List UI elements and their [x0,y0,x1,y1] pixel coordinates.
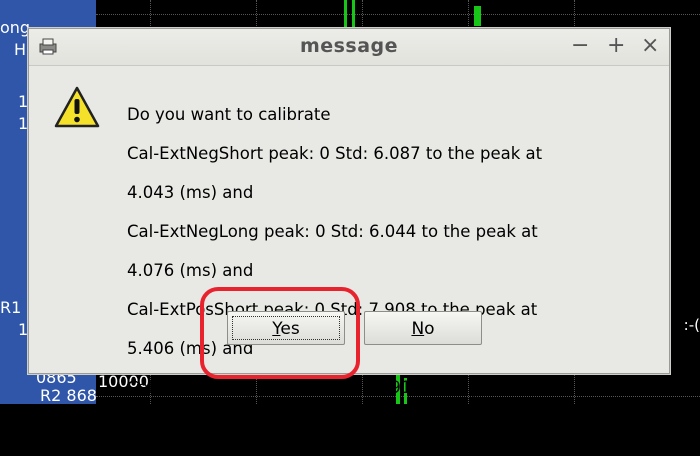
signal-trace [344,0,347,28]
maximize-button[interactable]: + [607,33,625,58]
message-line: Cal-ExtPosLong peak: 0 Std: 7.891 to the… [127,377,533,397]
signal-trace [474,6,481,26]
minimize-button[interactable]: − [571,33,589,58]
message-line: Cal-ExtNegLong peak: 0 Std: 6.044 to the… [127,221,538,241]
background-readout: :-( [683,316,700,334]
no-button-mnemonic: N [411,319,425,339]
message-line: Cal-ExtNegShort peak: 0 Std: 6.087 to th… [127,143,543,163]
grid-line [96,14,700,15]
message-line: Do you want to calibrate [127,104,331,124]
title-bar[interactable]: message − + × [29,29,669,66]
side-label: R1 [0,298,22,317]
warning-icon [54,86,100,128]
side-label: 1 [18,92,29,111]
message-line: 4.043 (ms) and [127,182,254,202]
no-button-label: o [424,319,435,339]
no-button[interactable]: No [364,311,482,345]
message-line: 4.076 (ms) and [127,260,254,280]
message-line: 5.521 (ms)? [127,416,226,436]
close-button[interactable]: × [641,33,659,58]
side-label: 1 [18,320,29,339]
side-label: ong [0,18,31,37]
side-label: H [14,40,27,59]
side-label: 1 [18,114,29,133]
dialog-message: Do you want to calibrate Cal-ExtNegShort… [127,85,652,456]
highlight-annotation [200,287,360,379]
side-label: R2 868 [40,386,97,405]
signal-trace [352,0,355,28]
